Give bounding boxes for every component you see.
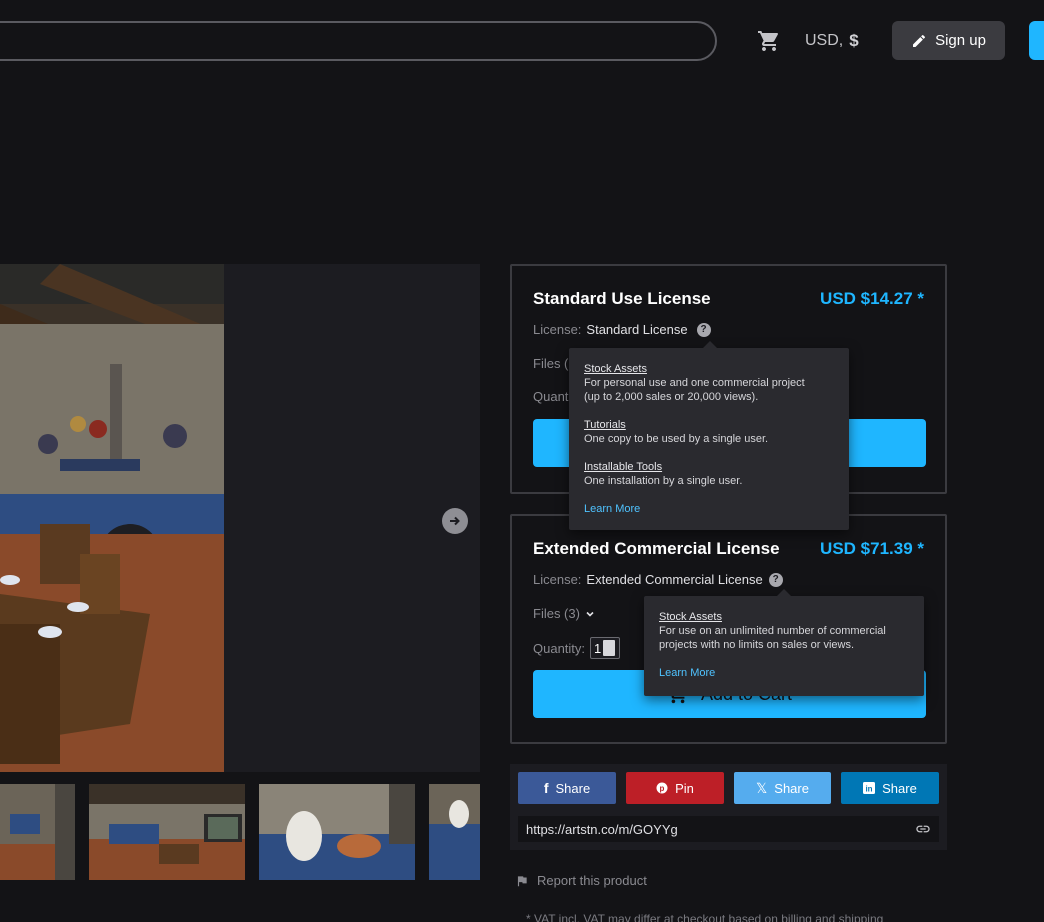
share-link-field[interactable]: https://artstn.co/m/GOYYg xyxy=(518,816,939,842)
spinner-icon[interactable] xyxy=(603,640,616,656)
share-url: https://artstn.co/m/GOYYg xyxy=(526,821,678,837)
signup-label: Sign up xyxy=(935,32,986,49)
report-label: Report this product xyxy=(537,873,647,888)
thumbnail[interactable] xyxy=(0,784,75,880)
product-gallery xyxy=(0,264,480,772)
tooltip-text: One copy to be used by a single user. xyxy=(584,433,769,445)
help-icon[interactable]: ? xyxy=(768,572,783,587)
x-share-label: Share xyxy=(774,780,809,796)
thumbnail[interactable] xyxy=(259,784,415,880)
tooltip-text: projects with no limits on sales or view… xyxy=(659,639,855,651)
tooltip-heading[interactable]: Tutorials xyxy=(584,418,834,432)
files-toggle[interactable]: Files ( xyxy=(533,356,568,371)
share-panel: f Share p Pin 𝕏 Share in Share https://a… xyxy=(510,764,947,850)
currency-selector[interactable]: USD, $ xyxy=(805,31,859,51)
quantity-row: Quantity: 1 xyxy=(533,637,621,659)
tooltip-section: Stock Assets For use on an unlimited num… xyxy=(659,610,909,652)
dollar-icon: $ xyxy=(849,31,859,50)
license-label: License: xyxy=(533,322,582,337)
learn-more-link[interactable]: Learn More xyxy=(659,666,909,680)
tooltip-section: Stock Assets For personal use and one co… xyxy=(584,362,834,404)
extended-license-tooltip: Stock Assets For use on an unlimited num… xyxy=(644,589,924,696)
next-image-button[interactable] xyxy=(442,508,468,534)
tooltip-section: Installable Tools One installation by a … xyxy=(584,460,834,488)
license-price: USD $71.39 * xyxy=(820,539,924,558)
pinterest-share-button[interactable]: p Pin xyxy=(626,772,724,804)
quantity-row: Quant xyxy=(533,389,568,404)
thumbnail[interactable] xyxy=(89,784,245,880)
report-product-link[interactable]: Report this product xyxy=(515,873,647,888)
thumbnail-strip xyxy=(0,784,480,880)
help-icon[interactable]: ? xyxy=(696,322,711,337)
learn-more-link[interactable]: Learn More xyxy=(584,502,834,516)
linkedin-share-label: Share xyxy=(882,780,917,796)
license-value: Standard License xyxy=(586,322,688,337)
x-icon: 𝕏 xyxy=(756,779,768,796)
license-title: Standard Use License xyxy=(533,289,711,308)
license-price: USD $14.27 * xyxy=(820,289,924,308)
license-title: Extended Commercial License xyxy=(533,539,780,558)
linkedin-share-button[interactable]: in Share xyxy=(841,772,939,804)
files-label: Files ( xyxy=(533,356,569,371)
main-product-image[interactable] xyxy=(0,264,224,772)
quantity-stepper[interactable]: 1 xyxy=(590,637,621,659)
thumbnail[interactable] xyxy=(429,784,480,880)
search-input[interactable] xyxy=(0,21,717,61)
tooltip-text: (up to 2,000 sales or 20,000 views). xyxy=(584,391,759,403)
svg-text:p: p xyxy=(660,784,665,793)
files-label: Files (3) xyxy=(533,606,580,621)
tooltip-text: One installation by a single user. xyxy=(584,475,743,487)
flag-icon xyxy=(517,875,527,886)
files-toggle[interactable]: Files (3) xyxy=(533,606,595,621)
facebook-share-button[interactable]: f Share xyxy=(518,772,616,804)
arrow-right-icon xyxy=(450,516,460,526)
link-icon[interactable] xyxy=(915,821,931,837)
license-value: Extended Commercial License xyxy=(586,572,763,587)
cart-icon[interactable] xyxy=(757,29,781,53)
license-label: License: xyxy=(533,572,582,587)
facebook-share-label: Share xyxy=(555,780,591,796)
vat-note: * VAT incl. VAT may differ at checkout b… xyxy=(526,912,884,922)
quantity-label: Quantity: xyxy=(533,640,586,656)
pinterest-icon: p xyxy=(656,782,668,794)
tooltip-text: For use on an unlimited number of commer… xyxy=(659,625,886,637)
chevron-down-icon xyxy=(586,611,594,617)
tooltip-section: Tutorials One copy to be used by a singl… xyxy=(584,418,834,446)
currency-label: USD, xyxy=(805,32,844,49)
pinterest-share-label: Pin xyxy=(675,780,694,796)
tooltip-heading[interactable]: Installable Tools xyxy=(584,460,834,474)
svg-text:in: in xyxy=(866,785,873,794)
license-type-row: License: Extended Commercial License ? xyxy=(533,572,783,587)
x-share-button[interactable]: 𝕏 Share xyxy=(734,772,831,804)
standard-license-tooltip: Stock Assets For personal use and one co… xyxy=(569,341,849,530)
quantity-label: Quant xyxy=(533,389,569,404)
pencil-icon xyxy=(913,34,926,47)
tooltip-heading[interactable]: Stock Assets xyxy=(584,362,834,376)
license-type-row: License: Standard License ? xyxy=(533,322,711,337)
facebook-icon: f xyxy=(543,780,549,796)
tooltip-heading[interactable]: Stock Assets xyxy=(659,610,909,624)
linkedin-icon: in xyxy=(863,782,876,794)
quantity-value: 1 xyxy=(594,640,602,656)
primary-header-button[interactable] xyxy=(1029,21,1044,60)
signup-button[interactable]: Sign up xyxy=(892,21,1005,60)
tooltip-text: For personal use and one commercial proj… xyxy=(584,377,805,389)
